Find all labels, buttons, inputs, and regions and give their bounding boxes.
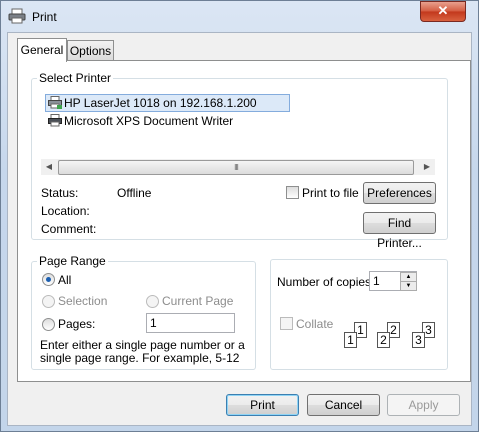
current-page-label: Current Page xyxy=(162,294,234,308)
scrollbar-thumb[interactable]: III xyxy=(58,160,414,175)
collate-sheet: 3 xyxy=(412,332,425,348)
select-printer-legend: Select Printer xyxy=(37,71,114,85)
printer-title-icon xyxy=(8,8,26,24)
all-pages-radio[interactable] xyxy=(42,273,55,286)
collate-label: Collate xyxy=(296,317,334,331)
printer-icon xyxy=(48,114,62,127)
printer-item-xps-writer[interactable]: Microsoft XPS Document Writer xyxy=(45,112,290,130)
close-button[interactable]: ✕ xyxy=(420,1,466,22)
tab-general[interactable]: General xyxy=(17,38,67,62)
selection-label: Selection xyxy=(58,294,108,308)
page-range-legend: Page Range xyxy=(37,254,108,268)
print-button[interactable]: Print xyxy=(226,394,299,416)
tab-options[interactable]: Options xyxy=(67,40,114,61)
page-range-hint: Enter either a single page number or a s… xyxy=(40,338,245,365)
collate-checkbox[interactable] xyxy=(280,317,293,330)
selection-radio[interactable] xyxy=(42,295,55,308)
window-title: Print xyxy=(32,10,57,24)
location-label: Location: xyxy=(41,204,90,218)
all-pages-label: All xyxy=(58,273,72,287)
pages-input[interactable]: 1 xyxy=(146,313,235,333)
current-page-radio[interactable] xyxy=(146,295,159,308)
collate-sheet: 1 xyxy=(344,332,357,348)
printer-name: HP LaserJet 1018 on 192.168.1.200 xyxy=(64,96,257,110)
status-value: Offline xyxy=(117,186,152,200)
comment-label: Comment: xyxy=(41,222,97,236)
print-to-file-checkbox[interactable] xyxy=(286,186,299,199)
pages-label: Pages: xyxy=(58,317,96,331)
radio-selected-dot xyxy=(46,277,51,282)
number-of-copies-label: Number of copies: xyxy=(277,275,375,289)
printer-name: Microsoft XPS Document Writer xyxy=(64,114,234,128)
scroll-left-arrow-icon[interactable]: ◀ xyxy=(41,159,57,175)
apply-button[interactable]: Apply xyxy=(387,394,460,416)
printer-item-hp-laserjet[interactable]: HP LaserJet 1018 on 192.168.1.200 xyxy=(45,94,290,112)
find-printer-button[interactable]: Find Printer... xyxy=(363,212,436,250)
collate-sheet: 2 xyxy=(377,332,390,348)
preferences-button[interactable]: Preferences xyxy=(363,182,436,204)
spinner-down-icon[interactable]: ▼ xyxy=(400,281,417,291)
status-label: Status: xyxy=(41,186,79,200)
scroll-right-arrow-icon[interactable]: ▶ xyxy=(419,159,435,175)
network-printer-icon xyxy=(48,96,62,109)
collate-pages-icon: 1 1 2 2 3 3 xyxy=(342,318,442,354)
print-to-file-label: Print to file xyxy=(302,186,359,200)
pages-radio[interactable] xyxy=(42,318,55,331)
cancel-button[interactable]: Cancel xyxy=(307,394,380,416)
